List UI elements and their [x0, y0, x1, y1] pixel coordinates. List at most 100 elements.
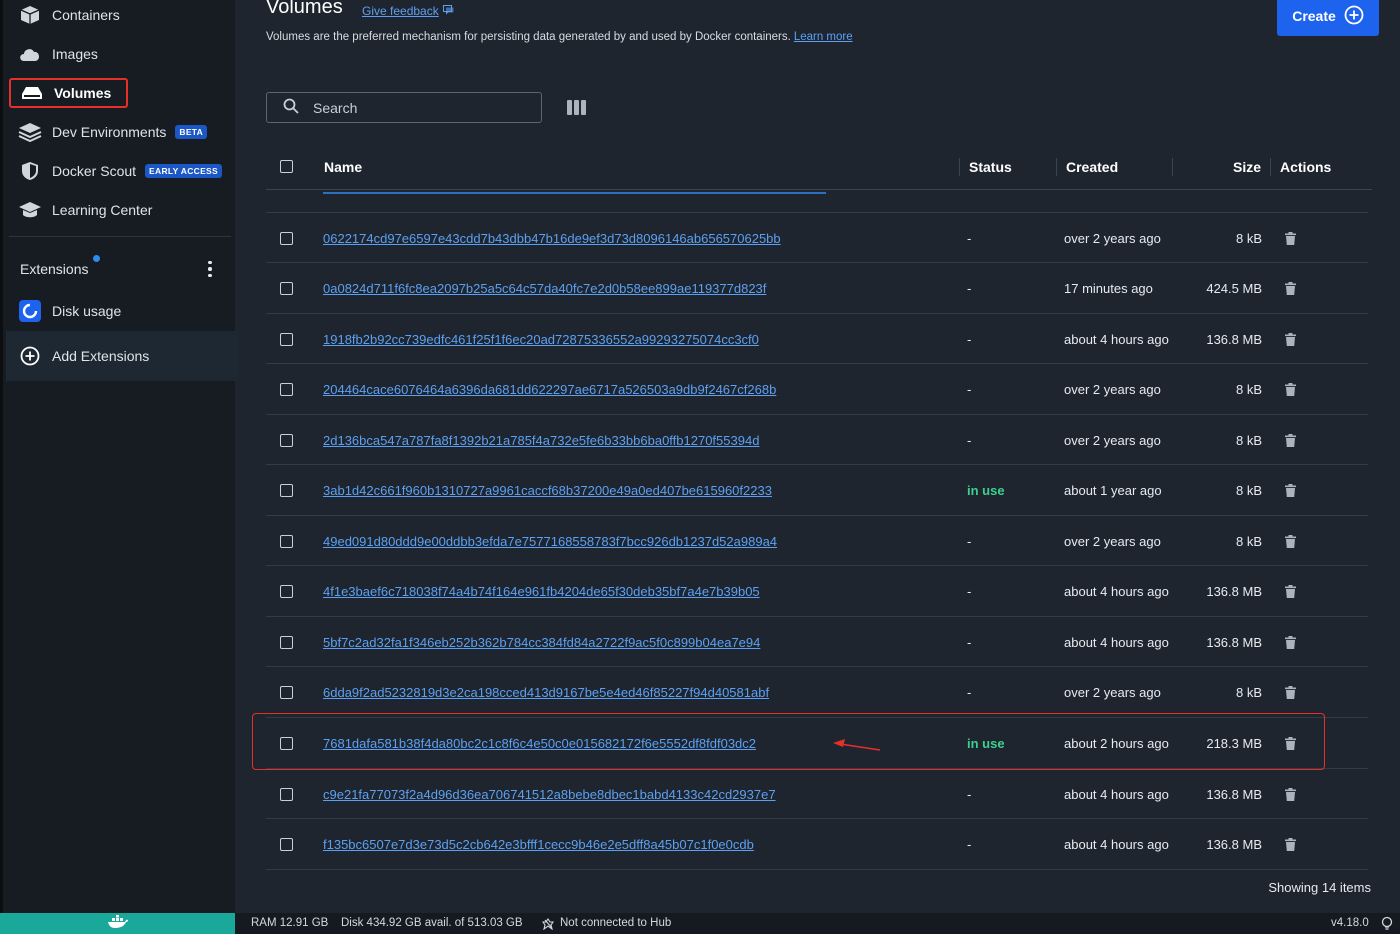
- delete-icon[interactable]: [1285, 365, 1296, 415]
- volumes-icon: [20, 83, 44, 103]
- search-placeholder: Search: [313, 99, 358, 116]
- create-label: Create: [1292, 8, 1336, 24]
- volume-name-link[interactable]: 49ed091d80ddd9e00ddbb3efda7e757716855878…: [323, 516, 777, 566]
- table-row[interactable]: 2d136bca547a787fa8f1392b21a785f4a732e5fe…: [266, 415, 1368, 466]
- lightbulb-icon[interactable]: [1380, 916, 1394, 934]
- row-checkbox[interactable]: [280, 314, 293, 364]
- sidebar-item-volumes[interactable]: Volumes: [9, 78, 128, 108]
- subtitle-text: Volumes are the preferred mechanism for …: [266, 31, 791, 43]
- column-separator: [1270, 158, 1271, 176]
- table-row-partial: [266, 194, 1368, 213]
- volume-created: about 4 hours ago: [1064, 837, 1169, 853]
- hub-status: Not connected to Hub: [560, 917, 672, 929]
- containers-icon: [18, 5, 42, 25]
- table-row[interactable]: 0a0824d711f6fc8ea2097b25a5c64c57da40fc7e…: [266, 264, 1368, 314]
- sidebar-item-label: Docker Scout: [52, 163, 137, 179]
- volume-name-link[interactable]: f135bc6507e7d3e73d5c2cb642e3bfff1cecc9b4…: [323, 820, 754, 870]
- status-bar: RAM 12.91 GB Disk 434.92 GB avail. of 51…: [0, 913, 1400, 934]
- row-checkbox[interactable]: [280, 213, 293, 263]
- sidebar-item-containers[interactable]: Containers: [9, 0, 231, 30]
- volume-size: 8 kB: [1235, 533, 1262, 549]
- table-row[interactable]: 6dda9f2ad5232819d3e2ca198cced413d9167be5…: [266, 668, 1368, 718]
- volume-name-link[interactable]: 5bf7c2ad32fa1f346eb252b362b784cc384fd84a…: [323, 617, 760, 667]
- page-title: Volumes: [266, 0, 343, 18]
- graduation-cap-icon: [18, 200, 42, 220]
- delete-icon[interactable]: [1285, 769, 1296, 819]
- volume-size: 8 kB: [1235, 382, 1262, 398]
- volume-size: 8 kB: [1235, 685, 1262, 701]
- sidebar-item-label: Containers: [52, 7, 120, 23]
- row-checkbox[interactable]: [280, 567, 293, 617]
- row-checkbox[interactable]: [280, 617, 293, 667]
- table-row[interactable]: c9e21fa77073f2a4d96d36ea706741512a8bebe8…: [266, 769, 1368, 820]
- row-checkbox[interactable]: [280, 820, 293, 870]
- volume-status: -: [967, 382, 972, 398]
- delete-icon[interactable]: [1285, 466, 1296, 516]
- delete-icon[interactable]: [1285, 516, 1296, 566]
- volume-name-link[interactable]: c9e21fa77073f2a4d96d36ea706741512a8bebe8…: [323, 769, 776, 819]
- row-checkbox[interactable]: [280, 516, 293, 566]
- disk-usage: Disk 434.92 GB avail. of 513.03 GB: [341, 917, 523, 929]
- delete-icon[interactable]: [1285, 415, 1296, 465]
- column-header-name[interactable]: Name: [324, 159, 362, 175]
- table-row[interactable]: 0622174cd97e6597e43cdd7b43dbb47b16de9ef3…: [266, 213, 1368, 263]
- sidebar-item-label: Volumes: [54, 85, 112, 101]
- volume-size: 136.8 MB: [1206, 584, 1262, 600]
- table-row[interactable]: f135bc6507e7d3e73d5c2cb642e3bfff1cecc9b4…: [266, 820, 1368, 870]
- column-separator: [1172, 158, 1173, 176]
- learn-more-link[interactable]: Learn more: [794, 31, 853, 43]
- create-button[interactable]: Create: [1277, 0, 1379, 36]
- table-row[interactable]: 5bf7c2ad32fa1f346eb252b362b784cc384fd84a…: [266, 617, 1368, 668]
- column-header-status[interactable]: Status: [969, 159, 1012, 175]
- search-input[interactable]: Search: [266, 92, 542, 123]
- early-access-badge: EARLY ACCESS: [145, 164, 222, 178]
- table-row[interactable]: 3ab1d42c661f960b1310727a9961caccf68b3720…: [266, 466, 1368, 516]
- table-row[interactable]: 204464cace6076464a6396da681dd622297ae671…: [266, 365, 1368, 415]
- delete-icon[interactable]: [1285, 820, 1296, 870]
- row-checkbox[interactable]: [280, 365, 293, 415]
- delete-icon[interactable]: [1285, 314, 1296, 364]
- highlight-annotation: [252, 713, 1325, 770]
- delete-icon[interactable]: [1285, 668, 1296, 718]
- volume-size: 136.8 MB: [1206, 634, 1262, 650]
- delete-icon[interactable]: [1285, 567, 1296, 617]
- volume-created: about 1 year ago: [1064, 483, 1162, 499]
- row-checkbox[interactable]: [280, 415, 293, 465]
- row-checkbox[interactable]: [280, 668, 293, 718]
- volume-status: in use: [967, 483, 1005, 499]
- give-feedback-link[interactable]: Give feedback: [362, 4, 454, 18]
- volume-name-link[interactable]: 4f1e3baef6c718038f74a4b74f164e961fb4204d…: [323, 567, 760, 617]
- table-row[interactable]: 1918fb2b92cc739edfc461f25f1f6ec20ad72875…: [266, 314, 1368, 365]
- row-checkbox[interactable]: [280, 264, 293, 314]
- sidebar-item-disk-usage[interactable]: Disk usage: [9, 296, 231, 326]
- sidebar-item-docker-scout[interactable]: Docker Scout EARLY ACCESS: [9, 156, 231, 186]
- volume-name-link[interactable]: 3ab1d42c661f960b1310727a9961caccf68b3720…: [323, 466, 772, 516]
- row-checkbox[interactable]: [280, 769, 293, 819]
- volume-status: -: [967, 584, 972, 600]
- delete-icon[interactable]: [1285, 617, 1296, 667]
- delete-icon[interactable]: [1285, 213, 1296, 263]
- extensions-menu-icon[interactable]: [202, 259, 218, 279]
- engine-status-bar[interactable]: [0, 913, 235, 934]
- volume-name-link[interactable]: 0a0824d711f6fc8ea2097b25a5c64c57da40fc7e…: [323, 264, 766, 314]
- table-header: Name Status Created Size Actions: [266, 146, 1372, 190]
- sidebar-item-learning-center[interactable]: Learning Center: [9, 195, 231, 225]
- sidebar-item-images[interactable]: Images: [9, 39, 231, 69]
- select-all-checkbox[interactable]: [280, 160, 293, 173]
- add-extensions-button[interactable]: Add Extensions: [9, 341, 231, 371]
- column-header-size[interactable]: Size: [1233, 159, 1261, 175]
- column-header-created[interactable]: Created: [1066, 159, 1118, 175]
- sidebar-item-label: Add Extensions: [52, 348, 150, 364]
- table-row[interactable]: 4f1e3baef6c718038f74a4b74f164e961fb4204d…: [266, 567, 1368, 617]
- volume-name-link[interactable]: 2d136bca547a787fa8f1392b21a785f4a732e5fe…: [323, 415, 759, 465]
- volume-name-link[interactable]: 204464cace6076464a6396da681dd622297ae671…: [323, 365, 776, 415]
- volume-name-link[interactable]: 1918fb2b92cc739edfc461f25f1f6ec20ad72875…: [323, 314, 759, 364]
- volume-name-link[interactable]: 6dda9f2ad5232819d3e2ca198cced413d9167be5…: [323, 668, 769, 718]
- volume-created: about 4 hours ago: [1064, 584, 1169, 600]
- table-row[interactable]: 49ed091d80ddd9e00ddbb3efda7e757716855878…: [266, 516, 1368, 567]
- sidebar-item-dev-environments[interactable]: Dev Environments BETA: [9, 117, 231, 147]
- volume-name-link[interactable]: 0622174cd97e6597e43cdd7b43dbb47b16de9ef3…: [323, 213, 781, 263]
- delete-icon[interactable]: [1285, 264, 1296, 314]
- columns-toggle-icon[interactable]: [567, 100, 586, 115]
- row-checkbox[interactable]: [280, 466, 293, 516]
